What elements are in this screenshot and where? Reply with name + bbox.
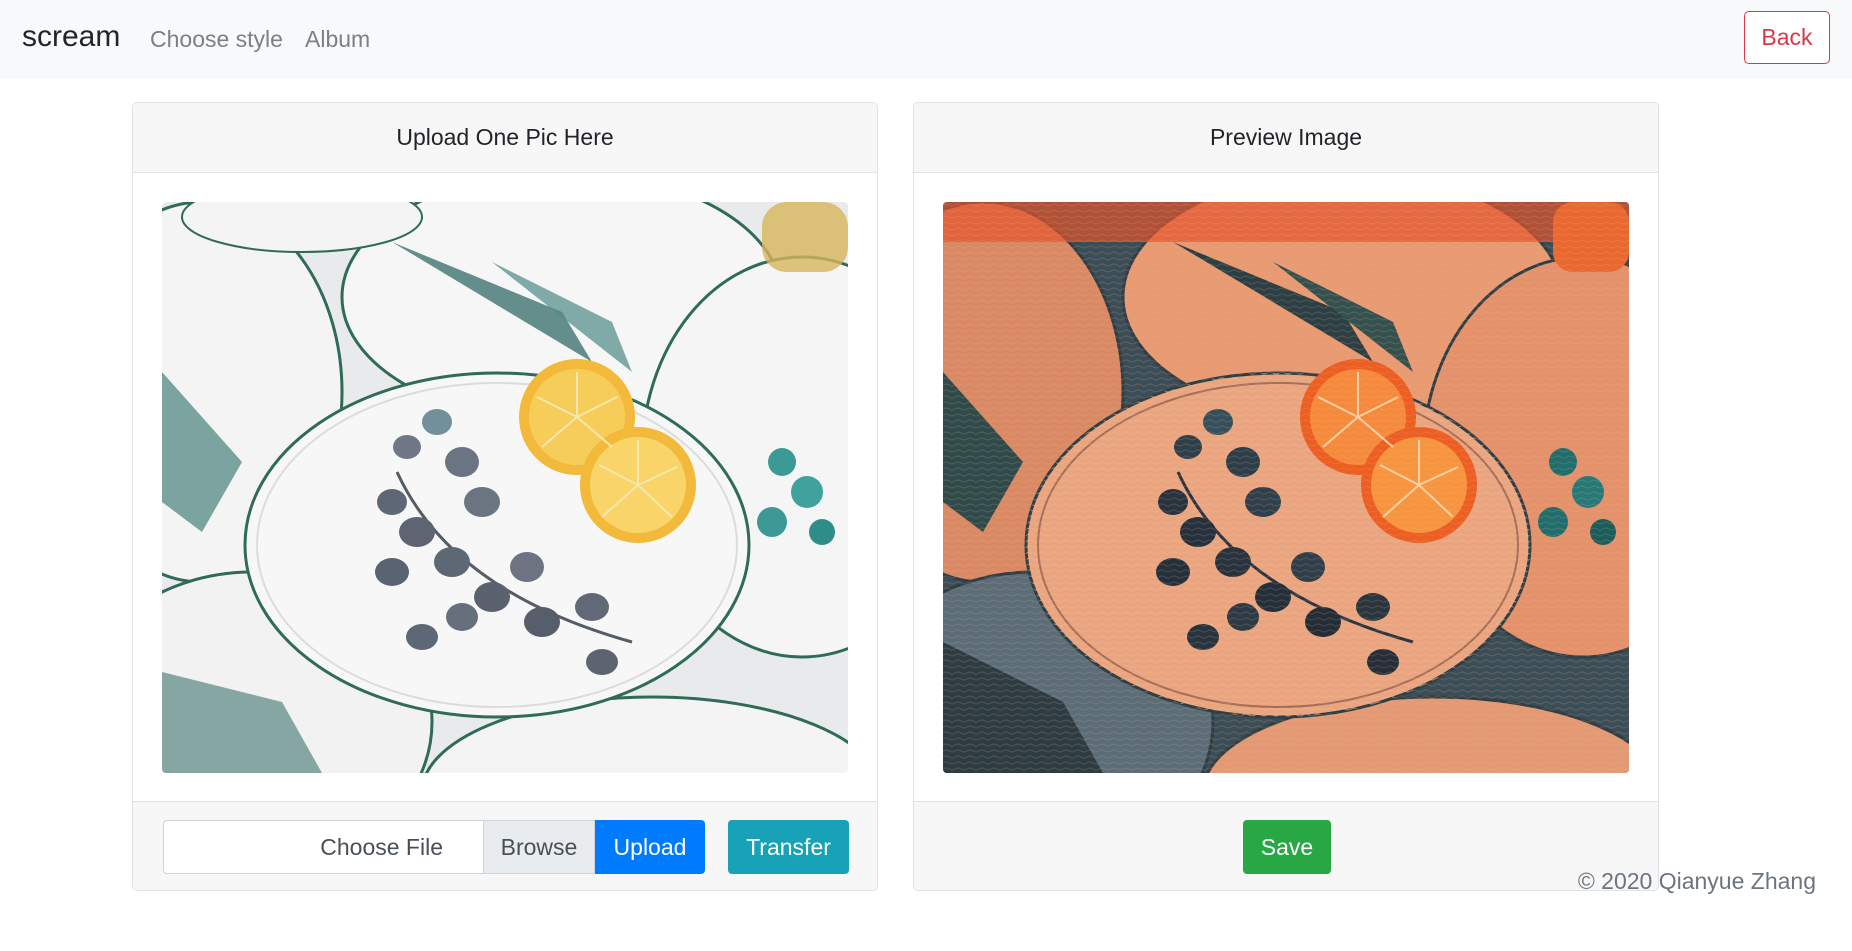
file-input-group: Choose File Browse Upload <box>163 820 708 874</box>
back-button[interactable]: Back <box>1744 11 1830 64</box>
preview-card: Preview Image Save <box>913 102 1659 891</box>
nav-album[interactable]: Album <box>305 26 370 53</box>
original-image <box>162 202 848 773</box>
upload-card-footer: Choose File Browse Upload Transfer <box>133 801 877 890</box>
brand-logo[interactable]: scream <box>22 20 120 54</box>
upload-button[interactable]: Upload <box>595 820 705 874</box>
nav-choose-style[interactable]: Choose style <box>150 26 283 53</box>
save-button[interactable]: Save <box>1243 820 1331 874</box>
copyright-text: © 2020 Qianyue Zhang <box>1577 868 1816 894</box>
preview-image <box>943 202 1629 773</box>
top-navbar: scream Choose style Album Back <box>0 0 1852 79</box>
upload-card-header: Upload One Pic Here <box>133 103 877 173</box>
browse-button[interactable]: Browse <box>483 820 595 874</box>
transfer-button[interactable]: Transfer <box>728 820 849 874</box>
preview-card-body <box>914 173 1658 804</box>
upload-card-body <box>133 173 877 804</box>
choose-file-input[interactable]: Choose File <box>163 820 483 874</box>
upload-card: Upload One Pic Here Choose File Browse U… <box>132 102 878 891</box>
preview-card-header: Preview Image <box>914 103 1658 173</box>
preview-card-footer: Save <box>914 801 1658 890</box>
